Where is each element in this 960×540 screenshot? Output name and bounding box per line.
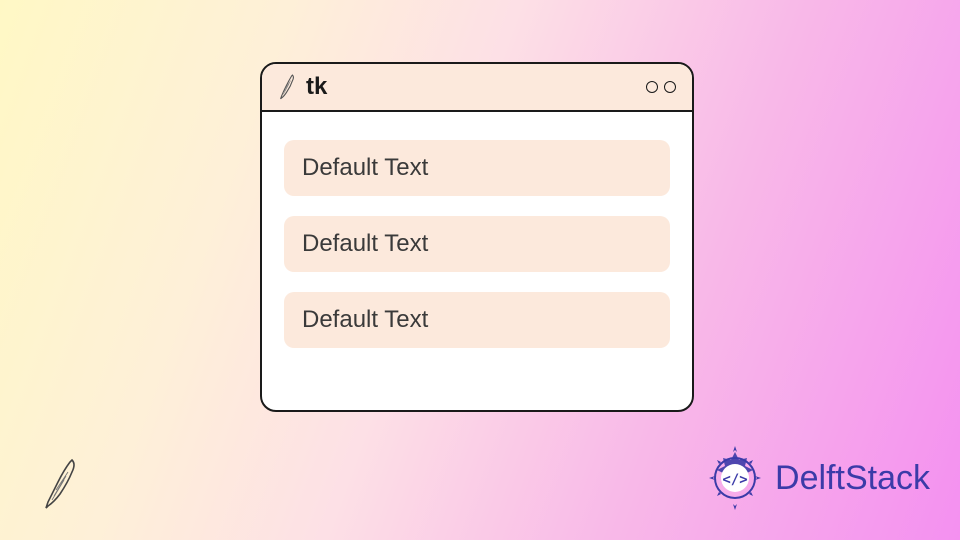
text-entry-2[interactable]: Default Text	[284, 216, 670, 272]
window-title: tk	[306, 73, 327, 101]
window-titlebar[interactable]: tk	[262, 64, 692, 112]
text-entry-1[interactable]: Default Text	[284, 140, 670, 196]
delftstack-ornament-icon: </>	[701, 444, 769, 512]
delftstack-brand-text: DelftStack	[775, 459, 930, 498]
window-controls	[646, 81, 676, 93]
tk-window: tk Default Text Default Text Default Tex…	[260, 62, 694, 412]
window-control-minimize[interactable]	[646, 81, 658, 93]
window-body: Default Text Default Text Default Text	[262, 112, 692, 376]
window-control-maximize[interactable]	[664, 81, 676, 93]
delftstack-logo: </> DelftStack	[701, 444, 930, 512]
feather-icon	[276, 73, 298, 101]
feather-icon	[38, 456, 82, 512]
text-entry-3[interactable]: Default Text	[284, 292, 670, 348]
svg-text:</>: </>	[722, 472, 747, 488]
